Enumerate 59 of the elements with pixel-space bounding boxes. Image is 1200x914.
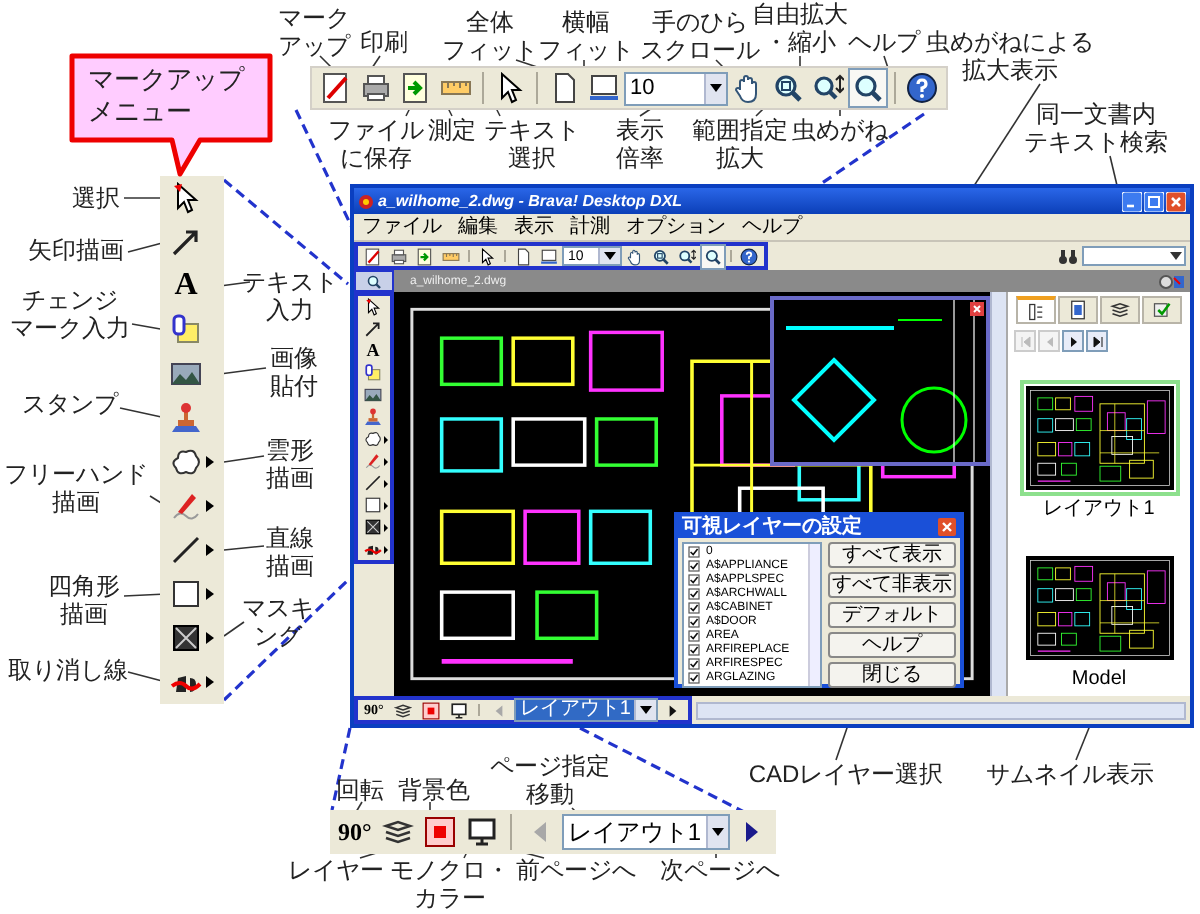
dropdown-value: レイアウト1 [515, 700, 635, 720]
dropdown-value: レイアウト1 [565, 820, 703, 844]
page-dropdown[interactable]: レイアウト1 [561, 814, 729, 850]
annotation-label: 測定 [428, 116, 476, 144]
thumbnail-label: レイアウト1 [1043, 498, 1155, 522]
annotation-label: チェンジマーク入力 [10, 286, 130, 342]
annotation-label: 全体フィット [442, 8, 538, 64]
annotation-label: 虫めがね [792, 116, 888, 144]
menu-item[interactable]: ファイル [354, 217, 450, 237]
text-tool-button[interactable]: A [166, 266, 206, 306]
annotation-label: 次ページへ [660, 856, 780, 884]
callout-text: マークアップメニュー [88, 64, 247, 128]
annotation-label: レイヤー [288, 856, 384, 884]
annotation-label: 印刷 [360, 28, 408, 56]
menu-item[interactable]: ヘルプ [734, 217, 810, 237]
menu-item[interactable]: 編集 [450, 217, 506, 237]
menu-item[interactable]: 表示 [506, 217, 562, 237]
annotation-label: 背景色 [398, 776, 470, 804]
page-dropdown[interactable]: レイアウト1 [513, 698, 659, 722]
annotation-label: マークアップ [278, 4, 350, 60]
annotation-label: 矢印描画 [28, 236, 124, 264]
annotation-label: 範囲指定拡大 [692, 116, 788, 172]
annotation-label: 表示倍率 [616, 116, 664, 172]
annotation-label: ファイルに保存 [328, 116, 424, 172]
annotation-label: サムネイル表示 [986, 760, 1154, 788]
thumbnail-label: Model [1071, 668, 1127, 692]
annotation-label: 前ページへ [516, 856, 636, 884]
annotation-label: マスキング [242, 594, 314, 650]
rotate-button[interactable]: 90° [334, 812, 376, 852]
annotation-label: 雲形描画 [266, 436, 314, 492]
annotation-label: テキスト入力 [242, 268, 338, 324]
annotation-label: 画像貼付 [270, 344, 318, 400]
annotation-label: 虫めがねによる拡大表示 [926, 28, 1094, 84]
dropdown-value: 10 [628, 77, 657, 99]
text-tool-button[interactable]: A [360, 338, 386, 364]
annotation-label: 回転 [336, 776, 384, 804]
annotation-label: ヘルプ [848, 28, 920, 56]
annotation-label: 横幅フィット [538, 8, 634, 64]
annotation-label: 取り消し線 [8, 656, 128, 684]
annotation-label: ページ指定移動 [490, 752, 610, 808]
annotation-label: 選択 [72, 184, 120, 212]
annotation-label: フリーハンド描画 [4, 460, 148, 516]
dialog-button[interactable]: デフォルト [828, 602, 956, 628]
dialog-button[interactable]: 閉じる [828, 662, 956, 688]
menu-item[interactable]: オプション [618, 217, 734, 237]
menu-item[interactable]: 計測 [562, 217, 618, 237]
zoom-dropdown[interactable]: 10 [624, 71, 728, 105]
dialog-button[interactable]: すべて非表示 [828, 572, 956, 598]
dialog-title: 可視レイヤーの設定 [682, 517, 862, 537]
dialog-button[interactable]: すべて表示 [828, 542, 956, 568]
annotation-label: モノクロ・カラー [390, 856, 510, 912]
annotation-label: 四角形描画 [48, 572, 120, 628]
annotation-label: 同一文書内テキスト検索 [1024, 100, 1168, 156]
window-title: a_wilhome_2.dwg - Brava! Desktop DXL [378, 193, 683, 209]
annotation-label: CADレイヤー選択 [748, 760, 944, 788]
annotation-label: テキスト選択 [484, 116, 580, 172]
dialog-button[interactable]: ヘルプ [828, 632, 956, 658]
annotation-label: 直線描画 [266, 524, 314, 580]
annotation-label: スタンプ [22, 390, 118, 418]
